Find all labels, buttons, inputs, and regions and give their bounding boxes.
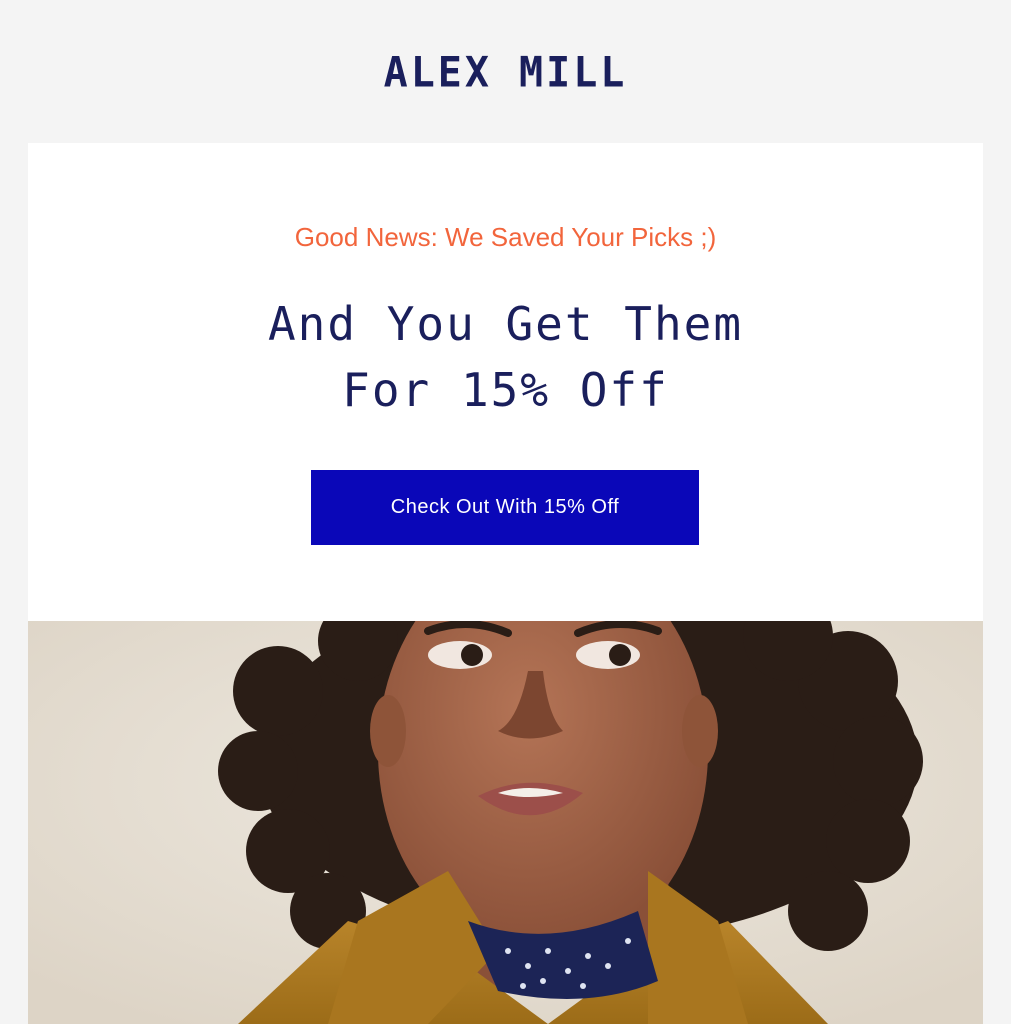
headline-line-1: And You Get Them [267, 297, 744, 351]
promo-card: Good News: We Saved Your Picks ;) And Yo… [28, 143, 983, 621]
headline-line-2: For 15% Off [342, 363, 669, 417]
hero-photo-illustration [28, 621, 983, 1024]
checkout-button[interactable]: Check Out With 15% Off [311, 470, 699, 545]
promo-eyebrow: Good News: We Saved Your Picks ;) [294, 222, 717, 252]
email-header: ALEX MILL [0, 0, 1011, 143]
promo-headline: And You Get Them For 15% Off [28, 291, 983, 423]
hero-image[interactable] [28, 621, 983, 1024]
brand-logo[interactable]: ALEX MILL [384, 47, 628, 100]
